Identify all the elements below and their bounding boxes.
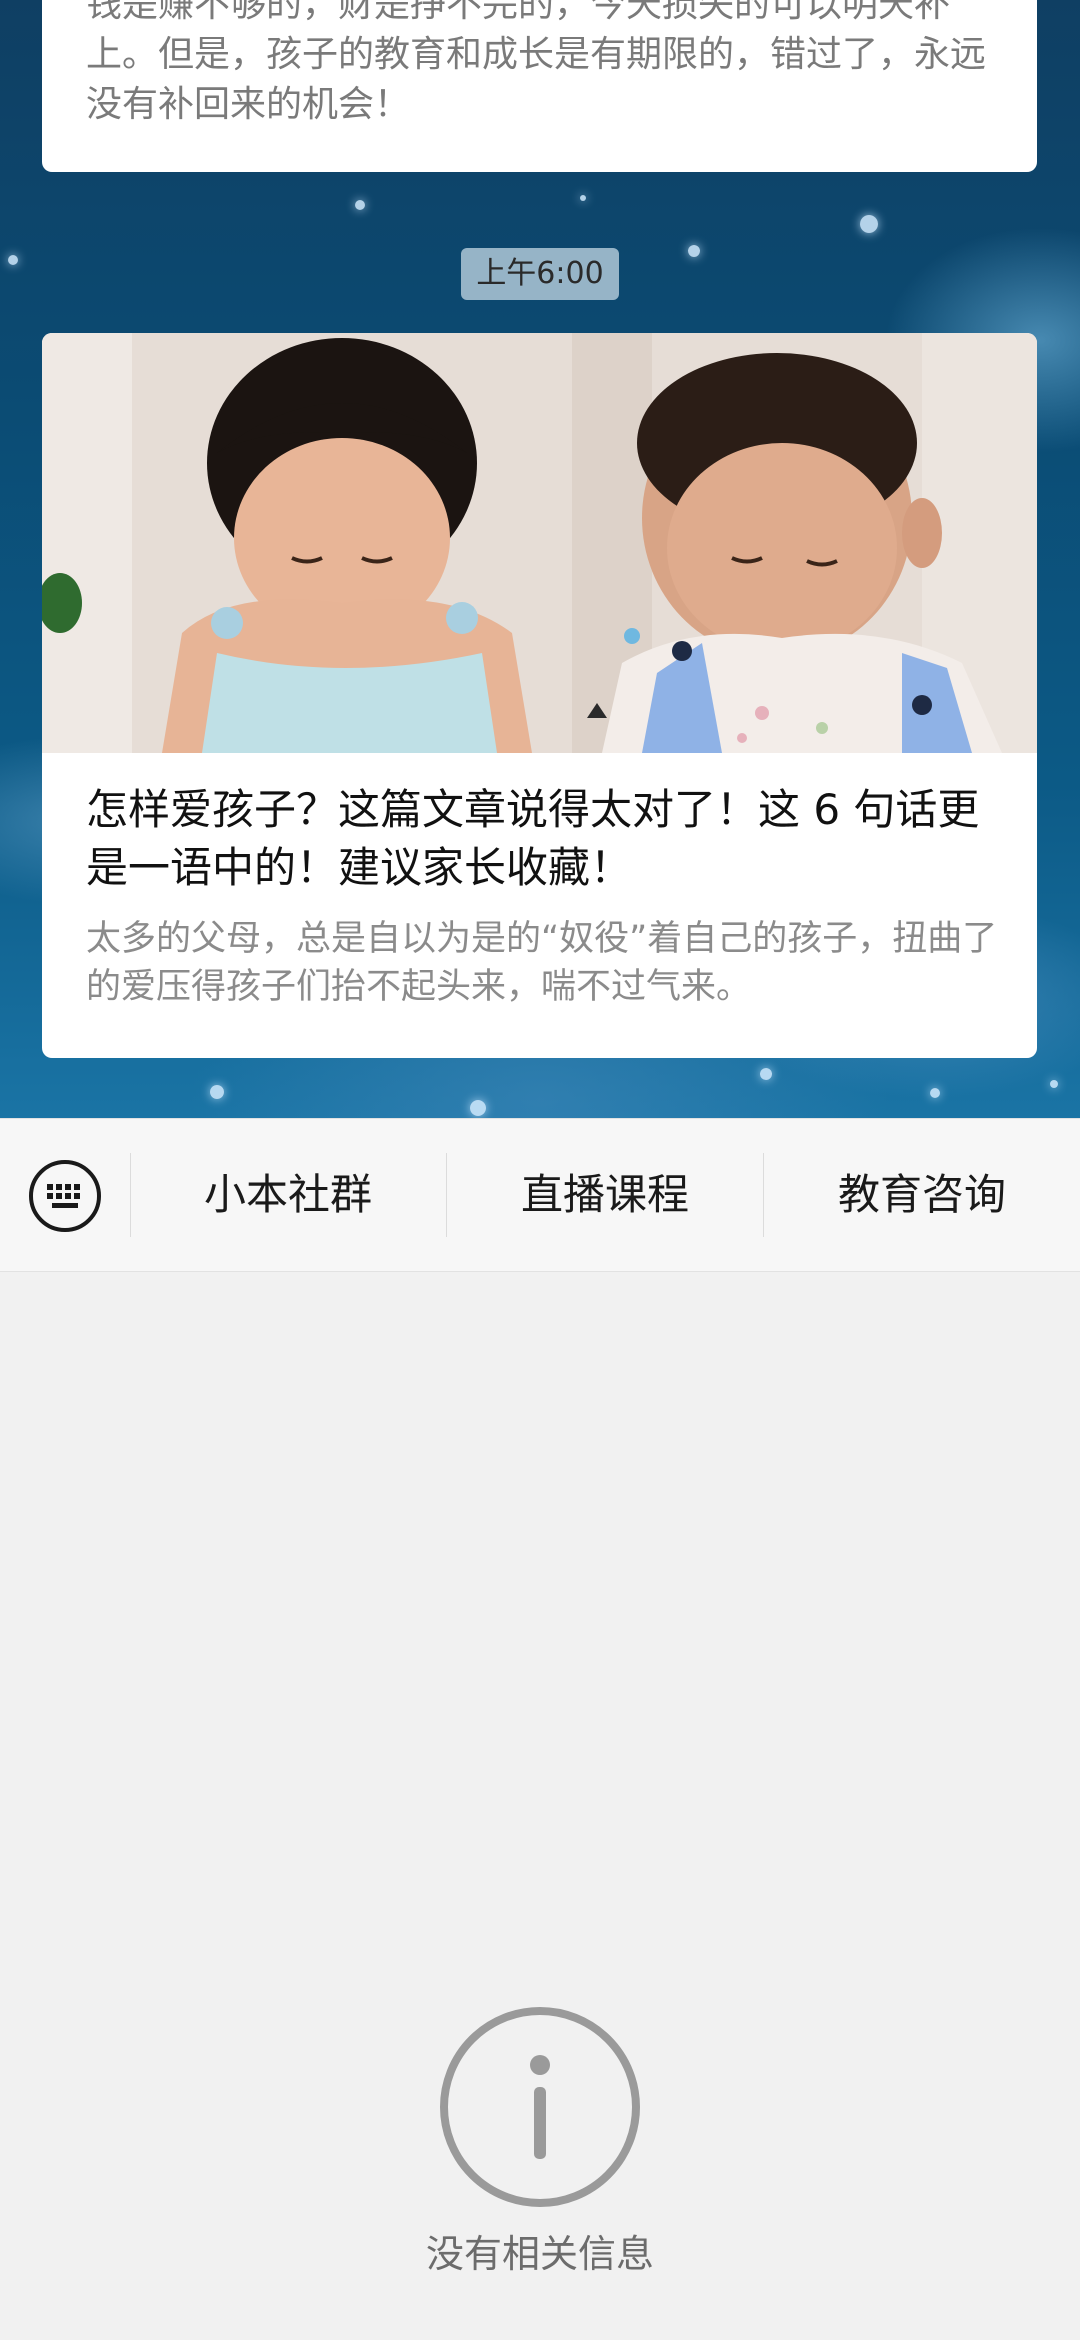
keyboard-toggle-button[interactable] bbox=[28, 1159, 102, 1233]
star-decoration bbox=[930, 1088, 940, 1098]
menu-item-community[interactable]: 小本社群 bbox=[131, 1119, 445, 1271]
article-title: 怎样爱孩子？这篇文章说得太对了！这 6 句话更是一语中的！建议家长收藏！ bbox=[86, 785, 980, 892]
article-description: 太多的父母，总是自以为是的“奴役”着自己的孩子，扭曲了的爱压得孩子们抬不起头来，… bbox=[86, 919, 998, 1007]
star-decoration bbox=[355, 200, 365, 210]
menu-item-education-consulting[interactable]: 教育咨询 bbox=[764, 1119, 1080, 1271]
message-timestamp: 上午6:00 bbox=[461, 248, 619, 300]
custom-menu-bar: 小本社群 直播课程 教育咨询 bbox=[0, 1118, 1080, 1272]
star-decoration bbox=[688, 245, 700, 257]
empty-state: 没有相关信息 bbox=[0, 2005, 1080, 2278]
menu-item-live-courses[interactable]: 直播课程 bbox=[447, 1119, 763, 1271]
keyboard-icon bbox=[29, 1160, 101, 1232]
star-decoration bbox=[210, 1085, 224, 1099]
star-decoration bbox=[1050, 1080, 1058, 1088]
star-decoration bbox=[8, 255, 18, 265]
star-decoration bbox=[760, 1068, 772, 1080]
chat-area[interactable]: 钱是赚不够的，财是挣不完的，今天损失的可以明天补上。但是，孩子的教育和成长是有期… bbox=[0, 0, 1080, 1118]
screen: 钱是赚不够的，财是挣不完的，今天损失的可以明天补上。但是，孩子的教育和成长是有期… bbox=[0, 0, 1080, 2340]
text-message-card[interactable]: 钱是赚不够的，财是挣不完的，今天损失的可以明天补上。但是，孩子的教育和成长是有期… bbox=[42, 0, 1037, 172]
star-decoration bbox=[470, 1100, 486, 1116]
star-decoration bbox=[580, 195, 586, 201]
info-icon bbox=[440, 2007, 640, 2207]
empty-state-text: 没有相关信息 bbox=[425, 2232, 654, 2276]
article-card[interactable]: 怎样爱孩子？这篇文章说得太对了！这 6 句话更是一语中的！建议家长收藏！ 太多的… bbox=[42, 333, 1037, 1058]
message-text: 钱是赚不够的，财是挣不完的，今天损失的可以明天补上。但是，孩子的教育和成长是有期… bbox=[86, 0, 987, 125]
star-decoration bbox=[860, 215, 878, 233]
article-cover-image bbox=[42, 333, 1037, 753]
